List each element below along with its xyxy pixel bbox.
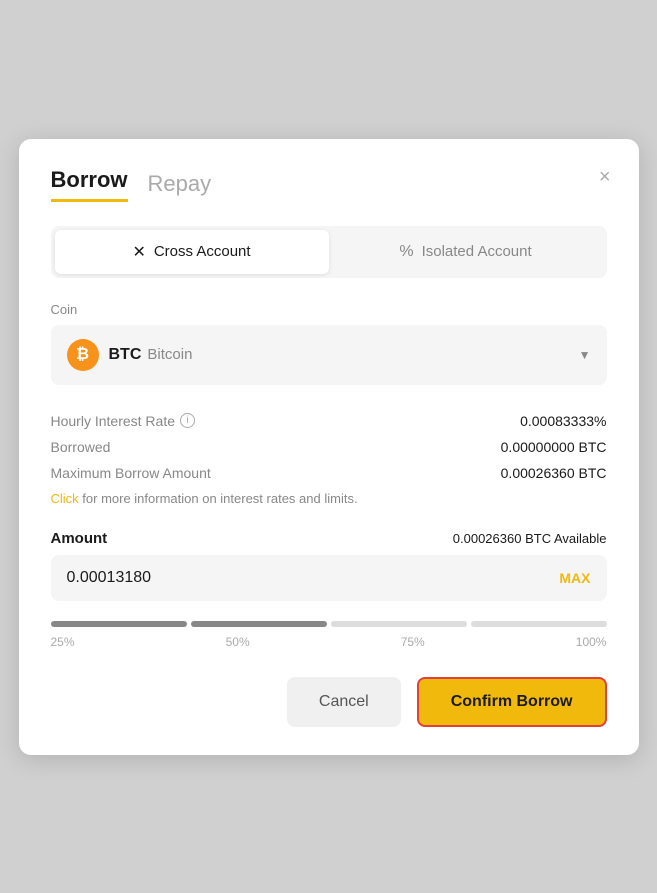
- cancel-button[interactable]: Cancel: [287, 677, 401, 727]
- coin-selector[interactable]: ₿ BTC Bitcoin ▼: [51, 325, 607, 385]
- borrow-modal: Borrow Repay × ✕ Cross Account % Isolate…: [19, 139, 639, 755]
- max-button[interactable]: MAX: [559, 570, 590, 586]
- hourly-rate-row: Hourly Interest Rate i 0.00083333%: [51, 413, 607, 429]
- info-icon[interactable]: i: [180, 413, 195, 428]
- hourly-rate-label: Hourly Interest Rate i: [51, 413, 196, 429]
- amount-input-value[interactable]: 0.00013180: [67, 569, 560, 587]
- slider-labels: 25% 50% 75% 100%: [51, 635, 607, 649]
- isolated-account-button[interactable]: % Isolated Account: [329, 230, 603, 274]
- max-borrow-row: Maximum Borrow Amount 0.00026360 BTC: [51, 465, 607, 481]
- close-button[interactable]: ×: [599, 167, 611, 187]
- slider-label-50: 50%: [226, 635, 250, 649]
- available-value: 0.00026360: [453, 531, 522, 546]
- coin-symbol: BTC: [109, 346, 142, 364]
- chevron-down-icon: ▼: [579, 348, 591, 362]
- tab-repay[interactable]: Repay: [148, 171, 212, 197]
- modal-header: Borrow Repay ×: [51, 167, 607, 202]
- interest-info-text: Click for more information on interest r…: [51, 491, 607, 506]
- coin-name: Bitcoin: [147, 346, 192, 363]
- borrowed-row: Borrowed 0.00000000 BTC: [51, 439, 607, 455]
- slider-segment-2[interactable]: [191, 621, 327, 627]
- available-text: 0.00026360 BTC Available: [453, 531, 607, 546]
- coin-label: Coin: [51, 302, 607, 317]
- available-currency: BTC Available: [525, 531, 606, 546]
- hourly-rate-value: 0.00083333%: [520, 413, 606, 429]
- max-borrow-label: Maximum Borrow Amount: [51, 465, 211, 481]
- cross-account-label: Cross Account: [154, 243, 251, 260]
- slider-label-25: 25%: [51, 635, 75, 649]
- cross-account-icon: ✕: [132, 242, 145, 262]
- slider-segment-3[interactable]: [331, 621, 467, 627]
- slider-segment-1[interactable]: [51, 621, 187, 627]
- borrowed-value: 0.00000000 BTC: [501, 439, 607, 455]
- slider-label-100: 100%: [576, 635, 607, 649]
- amount-label: Amount: [51, 530, 108, 547]
- cross-account-button[interactable]: ✕ Cross Account: [55, 230, 329, 274]
- isolated-account-label: Isolated Account: [422, 243, 532, 260]
- amount-header: Amount 0.00026360 BTC Available: [51, 530, 607, 547]
- slider-container[interactable]: 25% 50% 75% 100%: [51, 621, 607, 649]
- slider-segment-4[interactable]: [471, 621, 607, 627]
- amount-input-row[interactable]: 0.00013180 MAX: [51, 555, 607, 601]
- click-link[interactable]: Click: [51, 491, 79, 506]
- borrowed-label: Borrowed: [51, 439, 111, 455]
- footer-buttons: Cancel Confirm Borrow: [51, 677, 607, 727]
- slider-track[interactable]: [51, 621, 607, 627]
- tab-borrow[interactable]: Borrow: [51, 167, 128, 202]
- account-selector: ✕ Cross Account % Isolated Account: [51, 226, 607, 278]
- click-suffix: for more information on interest rates a…: [79, 491, 358, 506]
- slider-label-75: 75%: [401, 635, 425, 649]
- isolated-account-icon: %: [399, 243, 413, 261]
- confirm-borrow-button[interactable]: Confirm Borrow: [417, 677, 607, 727]
- max-borrow-value: 0.00026360 BTC: [501, 465, 607, 481]
- btc-icon: ₿: [67, 339, 99, 371]
